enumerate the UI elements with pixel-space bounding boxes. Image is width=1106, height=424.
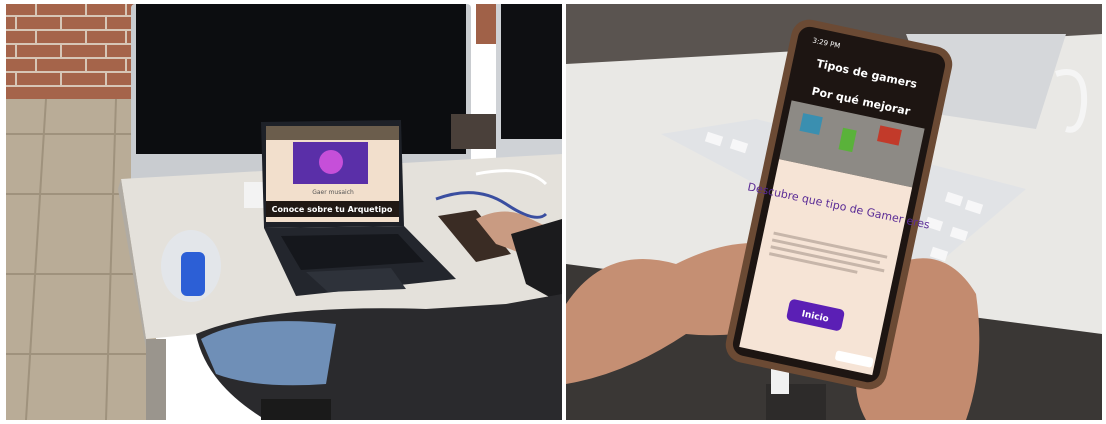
brick-wall [6,4,146,99]
laptop-hero-caption: Gaer musaich [312,189,354,196]
imac-right-screen [501,4,562,139]
left-photo-scene: Gaer musaich Conoce sobre tu Arquetipo [6,4,562,420]
desk-leg [146,339,166,420]
laptop-banner-text: Conoce sobre tu Arquetipo [272,205,393,214]
chair-reflection [451,114,501,149]
chair [261,399,331,420]
blue-object [181,252,205,296]
right-photo-scene: 3:29 PM Tipos de gamers Por qué mejorar … [566,4,1102,420]
person-jeans [201,321,336,386]
hero-figure [319,150,343,174]
left-photo: Gaer musaich Conoce sobre tu Arquetipo [6,4,562,420]
right-photo: 3:29 PM Tipos de gamers Por qué mejorar … [566,4,1102,420]
laptop-screen-header [266,126,399,140]
